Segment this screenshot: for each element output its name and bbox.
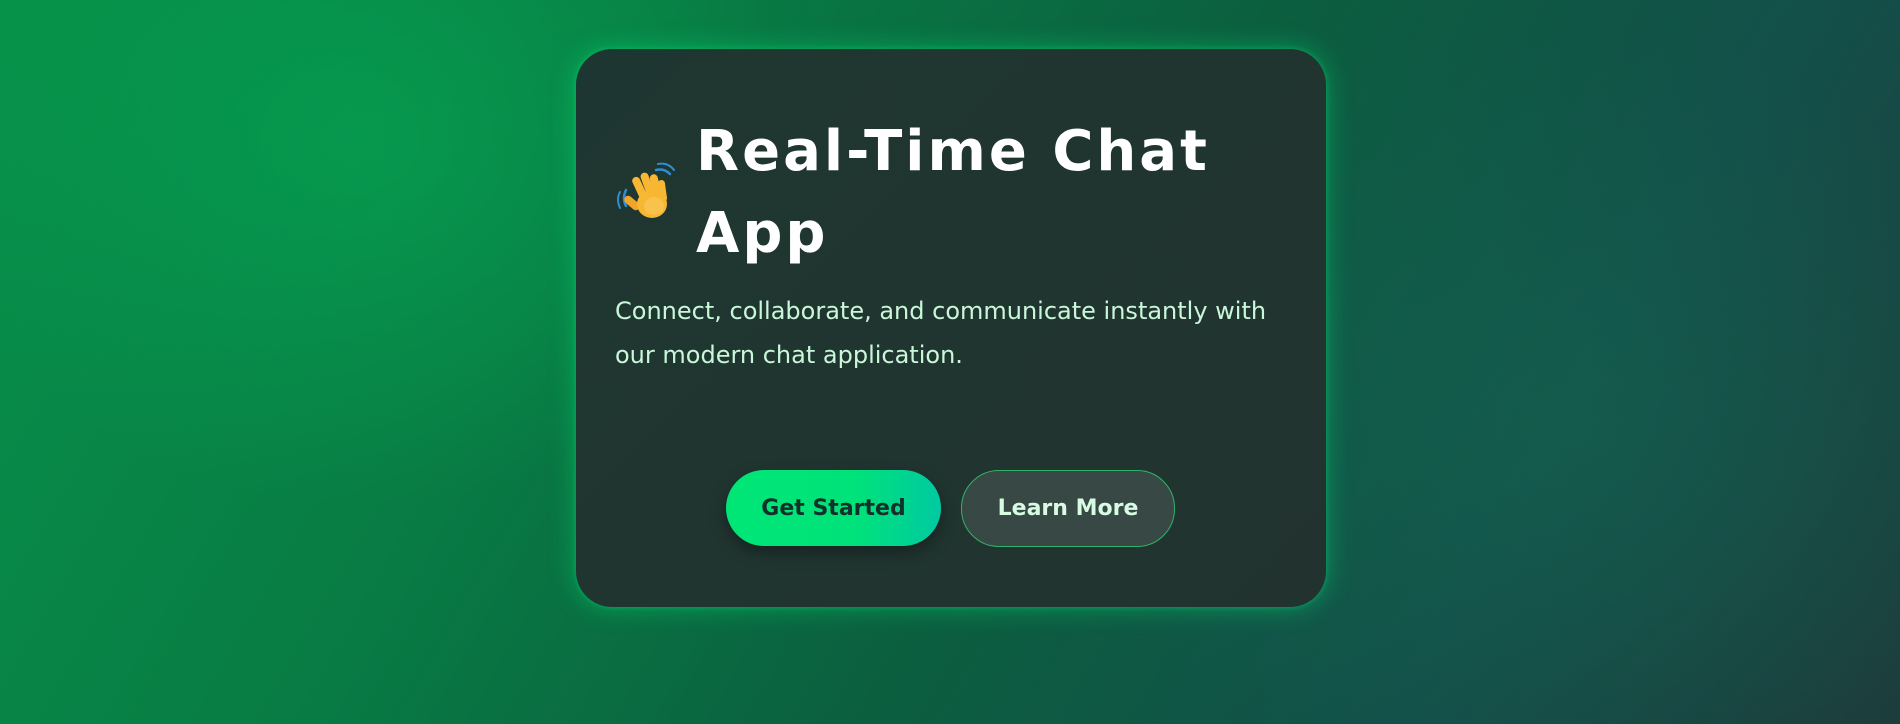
title-row: Real-Time Chat App xyxy=(616,111,1296,275)
waving-hand-icon xyxy=(616,162,678,224)
get-started-button[interactable]: Get Started xyxy=(726,470,941,546)
hero-subtitle: Connect, collaborate, and communicate in… xyxy=(615,297,1267,369)
page-title: Real-Time Chat App xyxy=(696,119,1210,266)
hero-card: Real-Time Chat App Connect, collaborate,… xyxy=(576,49,1326,607)
learn-more-button[interactable]: Learn More xyxy=(961,470,1175,547)
